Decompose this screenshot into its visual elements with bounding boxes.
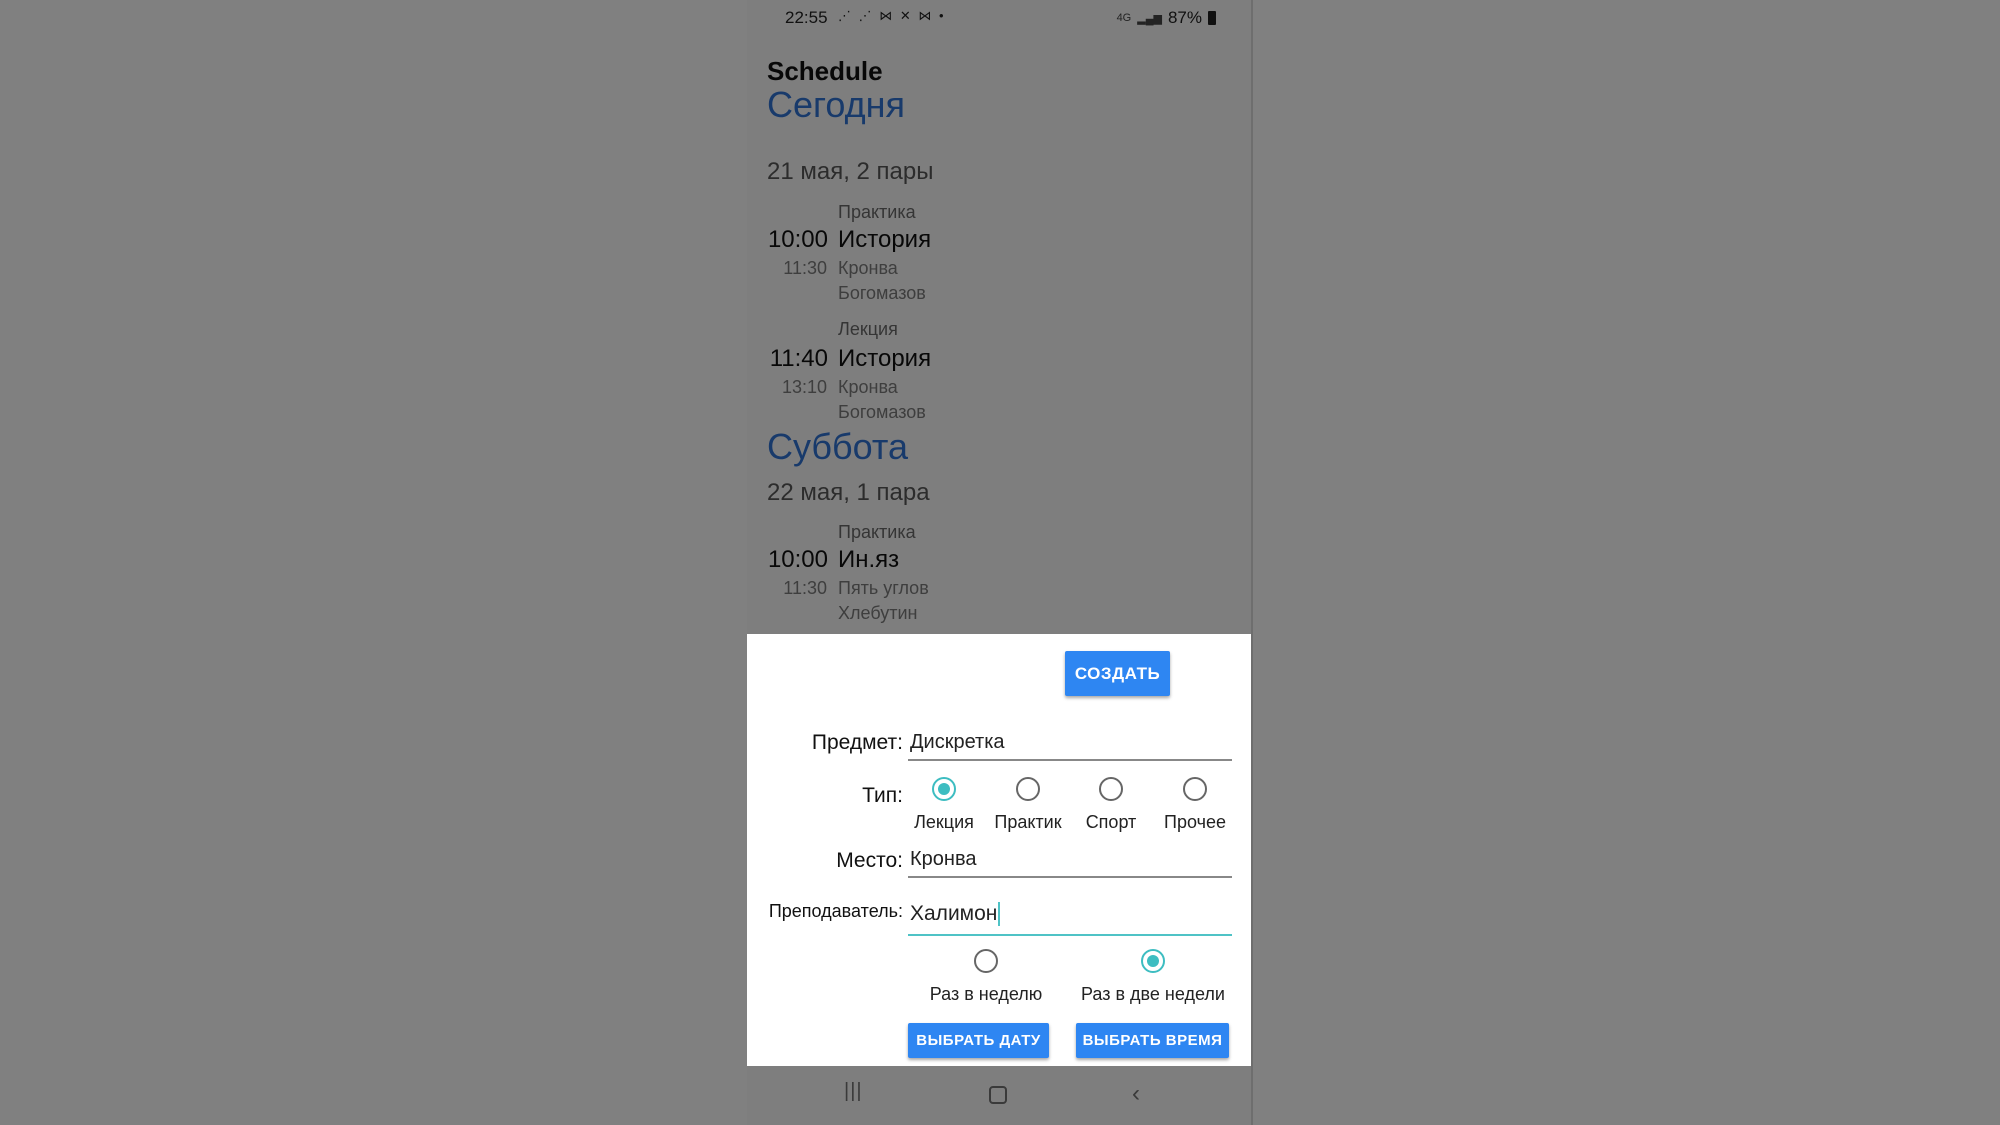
- frequency-radio-weekly[interactable]: [974, 949, 998, 973]
- phone-screen: 22:55 ⋰ ⋰ ⋈ ✕ ⋈ • 4G ▂▄▆ 87% Schedule Се…: [747, 0, 1252, 1125]
- subject-label: Предмет:: [811, 731, 903, 754]
- create-class-dialog: СОЗДАТЬ Предмет: Дискретка Тип: Лекция П…: [747, 634, 1252, 1066]
- place-label: Место:: [836, 849, 903, 872]
- back-icon[interactable]: ‹: [1132, 1080, 1140, 1108]
- type-label: Тип:: [862, 784, 903, 807]
- recent-apps-icon[interactable]: |||: [844, 1080, 863, 1103]
- system-nav-bar: ||| ‹: [747, 1066, 1252, 1125]
- home-icon[interactable]: [989, 1086, 1007, 1104]
- teacher-value: Халимон: [910, 902, 998, 925]
- text-cursor: [998, 902, 1001, 927]
- type-option-label: Практик: [994, 812, 1062, 832]
- pick-time-button[interactable]: ВЫБРАТЬ ВРЕМЯ: [1076, 1023, 1229, 1058]
- phone-edge: [1251, 0, 1253, 1125]
- teacher-label: Преподаватель:: [768, 901, 903, 921]
- type-option-label: Прочее: [1164, 812, 1226, 832]
- place-field[interactable]: Кронва: [908, 848, 1232, 878]
- type-option-label: Лекция: [914, 812, 974, 832]
- dialog-scrim[interactable]: [747, 0, 1252, 634]
- type-radio-practice[interactable]: [1016, 777, 1040, 801]
- subject-field[interactable]: Дискретка: [908, 731, 1232, 761]
- pick-date-button[interactable]: ВЫБРАТЬ ДАТУ: [908, 1023, 1049, 1058]
- frequency-option-label: Раз в две недели: [1081, 984, 1225, 1004]
- frequency-radio-biweekly[interactable]: [1141, 949, 1165, 973]
- type-radio-other[interactable]: [1183, 777, 1207, 801]
- type-option-label: Спорт: [1085, 812, 1137, 832]
- type-radio-lecture[interactable]: [932, 777, 956, 801]
- type-radio-sport[interactable]: [1099, 777, 1123, 801]
- teacher-field[interactable]: Халимон: [908, 899, 1232, 936]
- create-button[interactable]: СОЗДАТЬ: [1065, 651, 1170, 696]
- frequency-option-label: Раз в неделю: [929, 984, 1043, 1004]
